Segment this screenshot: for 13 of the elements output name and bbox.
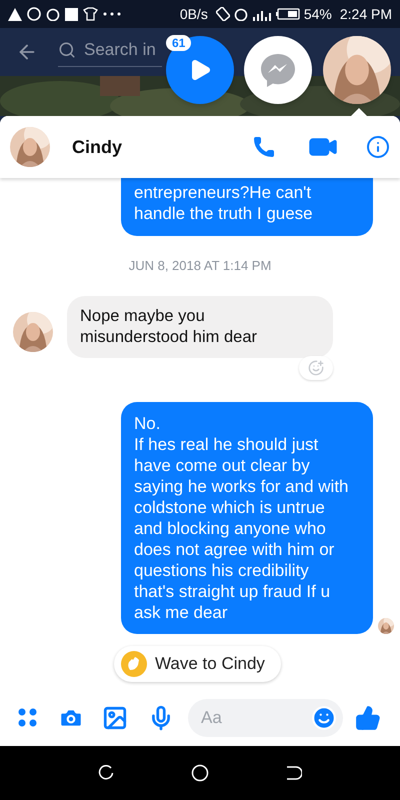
contact-name: Cindy (72, 136, 122, 159)
unread-badge: 61 (166, 35, 192, 51)
sent-message: entrepreneurs?He can't handle the truth I guese (121, 178, 373, 236)
sent-message: No. If hes real he should just have come out clear by saying he works for and with coldstone which is untrue and blocking anyone who does not agree with him or questions his credibility that's straight up fraud If u ask me dear (121, 402, 373, 634)
network-speed: 0B/s (180, 4, 208, 24)
battery-percent: 54% (304, 4, 332, 24)
search-placeholder: Search in (84, 38, 156, 61)
message-placeholder: Aa (201, 707, 222, 730)
wave-button[interactable]: Wave to Cindy (114, 646, 281, 682)
received-message: Nope maybe you misunderstood him dear (67, 296, 333, 358)
timestamp: JUN 8, 2018 AT 1:14 PM (128, 257, 272, 275)
search-field[interactable]: Search in (58, 36, 162, 68)
clock: 2:24 PM (340, 4, 392, 24)
